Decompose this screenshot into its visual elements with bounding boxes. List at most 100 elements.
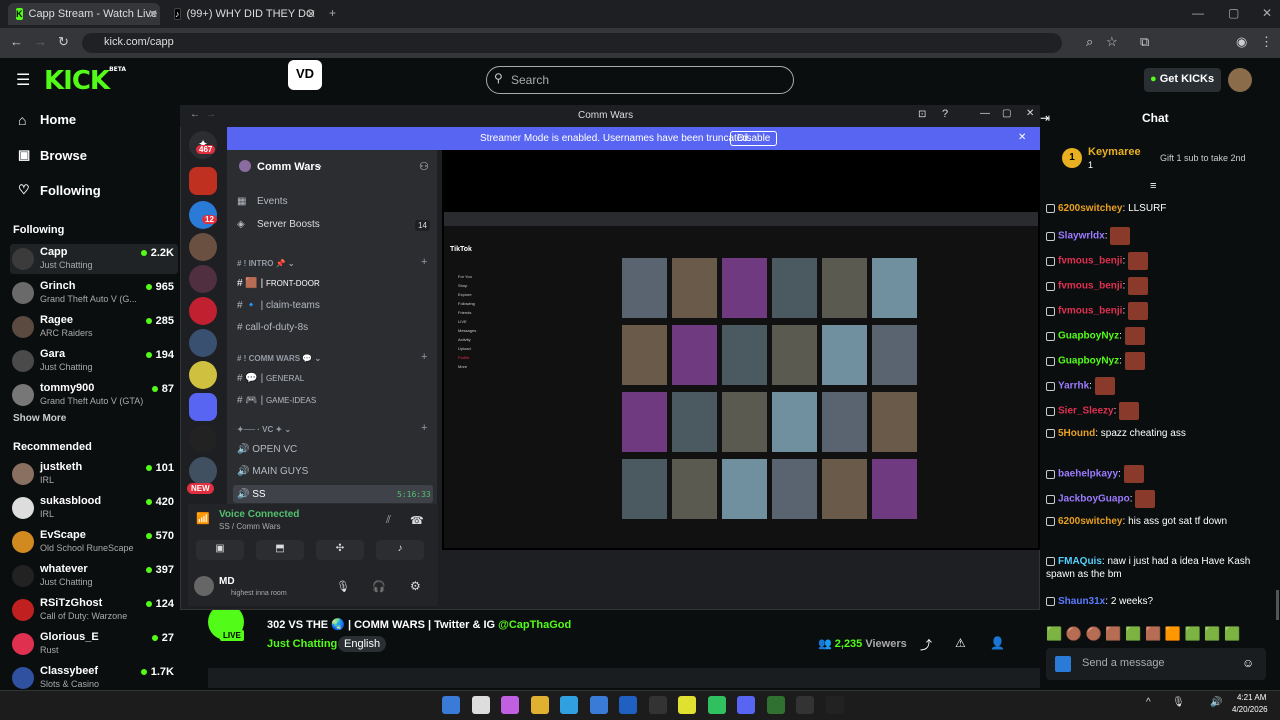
- store-icon[interactable]: [589, 696, 608, 714]
- spotify-icon[interactable]: [707, 696, 726, 714]
- add-channel-icon[interactable]: +: [421, 256, 427, 268]
- screen-share-icon[interactable]: ⬒: [256, 540, 304, 560]
- sidebar-channel[interactable]: Ragee ARC Raiders 285: [10, 312, 178, 342]
- voice-ss[interactable]: 🔊 SS: [237, 489, 266, 500]
- sidebar-channel[interactable]: Classybeef Slots & Casino 1.7K: [10, 663, 178, 693]
- chat-username[interactable]: JackboyGuapo: [1058, 494, 1130, 505]
- server-boosts-link[interactable]: Server Boosts: [257, 219, 320, 230]
- bookmark-star-icon[interactable]: ☆: [1106, 34, 1118, 50]
- add-channel-icon[interactable]: +: [421, 351, 427, 363]
- chat-message[interactable]: FMAQuis: naw i just had a idea Have Kash…: [1046, 555, 1266, 581]
- tab-close-icon[interactable]: ✕: [306, 7, 316, 21]
- voice-main-guys[interactable]: 🔊 MAIN GUYS: [237, 466, 308, 477]
- sidebar-channel[interactable]: EvScape Old School RuneScape 570: [10, 527, 178, 557]
- minimize-icon[interactable]: —: [1192, 6, 1204, 20]
- stream-handle-link[interactable]: @CapThaGod: [498, 619, 571, 631]
- sidebar-channel[interactable]: Capp Just Chatting 2.2K: [10, 244, 178, 274]
- chat-scrollbar[interactable]: [1276, 590, 1279, 620]
- chat-message[interactable]: Shaun31x: 2 weeks?: [1046, 595, 1266, 608]
- stream-category-link[interactable]: Just Chatting: [267, 638, 337, 650]
- activities-icon[interactable]: ✣: [316, 540, 364, 560]
- mic-icon[interactable]: 🎙: [336, 580, 350, 593]
- soundboard-icon[interactable]: ♪: [376, 540, 424, 560]
- chat-username[interactable]: 6200switchey: [1058, 516, 1123, 527]
- channel-game-ideas[interactable]: # 🎮 | GAME-IDEAS: [237, 395, 316, 406]
- chat-username[interactable]: fvmous_benji: [1058, 281, 1122, 292]
- reload-icon[interactable]: ↻: [58, 34, 69, 50]
- back-icon[interactable]: ←: [10, 34, 23, 49]
- close-window-icon[interactable]: ✕: [1262, 6, 1272, 20]
- app-icon[interactable]: [648, 696, 667, 714]
- url-field[interactable]: kick.com/capp: [82, 33, 1062, 53]
- channel-call-of-duty-8s[interactable]: # call-of-duty-8s: [237, 322, 308, 333]
- disconnect-icon[interactable]: ☎: [410, 514, 424, 527]
- hamburger-menu-icon[interactable]: ☰: [16, 70, 30, 90]
- invite-icon[interactable]: ⚇: [419, 160, 429, 173]
- chat-message[interactable]: Slaywrldx:: [1046, 227, 1266, 245]
- chat-message[interactable]: JackboyGuapo:: [1046, 490, 1266, 508]
- chat-username[interactable]: GuapboyNyz: [1058, 356, 1119, 367]
- chat-message[interactable]: Sier_Sleezy:: [1046, 402, 1266, 420]
- steam-icon[interactable]: [796, 696, 814, 714]
- disable-streamer-mode-button[interactable]: Disable: [730, 131, 778, 146]
- volume-icon[interactable]: 🔊: [1210, 697, 1222, 708]
- server-name[interactable]: Comm Wars: [257, 161, 321, 173]
- chat-username[interactable]: FMAQuis: [1058, 556, 1102, 567]
- server-icon[interactable]: [189, 361, 217, 389]
- voice-channel-name[interactable]: SS / Comm Wars: [219, 522, 280, 531]
- server-icon[interactable]: [189, 265, 217, 293]
- sidebar-channel[interactable]: RSiTzGhost Call of Duty: Warzone 124: [10, 595, 178, 625]
- emoji-icon[interactable]: ☺: [1242, 656, 1254, 670]
- chat-message[interactable]: fvmous_benji:: [1046, 302, 1266, 320]
- chat-message[interactable]: 5Hound: spazz cheating ass: [1046, 427, 1266, 440]
- chat-username[interactable]: 6200switchey: [1058, 203, 1123, 214]
- forward-icon[interactable]: →: [34, 34, 47, 49]
- share-icon[interactable]: ⤴: [920, 636, 932, 653]
- sidebar-channel[interactable]: whatever Just Chatting 397: [10, 561, 178, 591]
- channel-claim-teams[interactable]: # 🔹 | claim-teams: [237, 300, 320, 311]
- discord-back-icon[interactable]: ←: [190, 109, 200, 120]
- chat-message[interactable]: baehelpkayy:: [1046, 465, 1266, 483]
- copilot-icon[interactable]: [501, 696, 519, 714]
- headphones-icon[interactable]: 🎧: [372, 580, 386, 593]
- mail-icon[interactable]: [619, 696, 637, 714]
- chat-message[interactable]: GuapboyNyz:: [1046, 327, 1266, 345]
- search-input[interactable]: Search: [486, 66, 794, 94]
- chat-username[interactable]: 5Hound: [1058, 428, 1095, 439]
- server-icon[interactable]: [189, 457, 217, 485]
- category-vc[interactable]: ✦── · VC ✦ ⌄: [237, 425, 291, 434]
- pinned-scroll-icon[interactable]: ≡: [1150, 180, 1156, 192]
- add-channel-icon[interactable]: +: [421, 422, 427, 434]
- sidebar-channel[interactable]: Gara Just Chatting 194: [10, 346, 178, 376]
- camera-toggle-icon[interactable]: ▣: [196, 540, 244, 560]
- server-icon[interactable]: [189, 329, 217, 357]
- server-comm-wars[interactable]: [189, 167, 217, 195]
- inbox-icon[interactable]: ⊡: [918, 109, 926, 120]
- chat-message[interactable]: fvmous_benji:: [1046, 252, 1266, 270]
- category-intro[interactable]: # ! INTRO 📌 ⌄: [237, 259, 295, 268]
- taskbar-search-icon[interactable]: [471, 696, 490, 714]
- file-explorer-icon[interactable]: [530, 696, 549, 714]
- chat-username[interactable]: Shaun31x: [1058, 596, 1105, 607]
- discord-forward-icon[interactable]: →: [206, 109, 216, 120]
- chrome-icon[interactable]: [678, 696, 696, 714]
- avatar[interactable]: [1228, 68, 1252, 92]
- events-link[interactable]: Events: [257, 196, 288, 207]
- tray-chevron-icon[interactable]: ^: [1146, 697, 1151, 708]
- noise-suppression-icon[interactable]: ⫽: [386, 514, 391, 527]
- banner-close-icon[interactable]: ✕: [1018, 132, 1026, 143]
- chat-username[interactable]: GuapboyNyz: [1058, 331, 1119, 342]
- overlay-app-icon[interactable]: VD: [288, 60, 322, 90]
- maximize-icon[interactable]: ▢: [1228, 6, 1239, 20]
- user-avatar[interactable]: [194, 576, 214, 596]
- nav-following[interactable]: Following: [40, 183, 101, 198]
- chat-username[interactable]: Yarrhk: [1058, 381, 1089, 392]
- channel-general[interactable]: # 💬 | GENERAL: [237, 373, 304, 384]
- sidebar-channel[interactable]: tommy900 Grand Theft Auto V (GTA) 87: [10, 380, 178, 410]
- extensions-icon[interactable]: ⧉: [1140, 34, 1149, 50]
- chat-message[interactable]: 6200switchey: LLSURF: [1046, 202, 1266, 215]
- menu-dots-icon[interactable]: ⋮: [1260, 34, 1273, 50]
- profile-icon[interactable]: ◉: [1236, 34, 1247, 50]
- tab-kick[interactable]: K Capp Stream - Watch Live on K: [8, 3, 160, 25]
- discord-minimize-icon[interactable]: —: [980, 108, 990, 119]
